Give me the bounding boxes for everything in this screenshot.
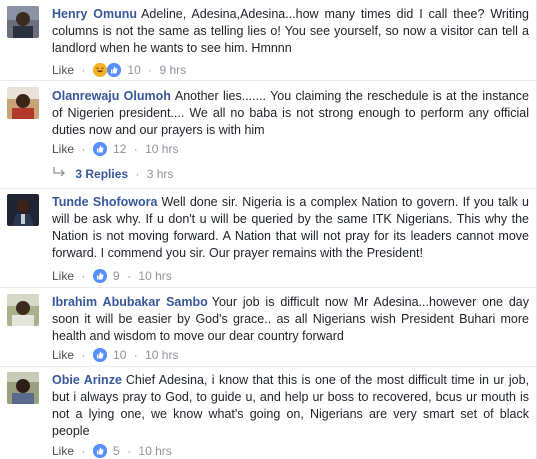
comment-time[interactable]: 10 hrs bbox=[145, 141, 178, 157]
replies-time[interactable]: 3 hrs bbox=[147, 167, 174, 181]
separator-dot: · bbox=[81, 347, 86, 362]
like-button[interactable]: Like bbox=[52, 347, 74, 363]
like-button[interactable]: Like bbox=[52, 141, 74, 157]
reaction-count[interactable]: 12 bbox=[113, 141, 126, 157]
separator-dot: · bbox=[135, 167, 140, 181]
comment-author[interactable]: Ibrahim Abubakar Sambo bbox=[52, 295, 208, 309]
haha-icon[interactable] bbox=[92, 62, 107, 77]
like-button[interactable]: Like bbox=[52, 268, 74, 284]
comment-time[interactable]: 10 hrs bbox=[138, 268, 171, 284]
comment-author[interactable]: Olanrewaju Olumoh bbox=[52, 89, 171, 103]
comment-time[interactable]: 9 hrs bbox=[159, 62, 186, 78]
comment-author[interactable]: Obie Arinze bbox=[52, 373, 122, 387]
like-icon[interactable] bbox=[92, 443, 107, 458]
comment-text: Tunde Shofowora Well done sir. Nigeria is… bbox=[52, 194, 529, 262]
separator-dot: · bbox=[133, 347, 138, 362]
divider bbox=[0, 366, 537, 367]
reaction-count[interactable]: 10 bbox=[113, 347, 126, 363]
divider bbox=[0, 80, 537, 81]
separator-dot: · bbox=[81, 268, 86, 283]
comment-actions: Like · 12 · 10 hrs bbox=[52, 140, 178, 156]
comment-actions: Like · 10 · 9 hrs bbox=[52, 61, 186, 77]
comment-body: Chief Adesina, i know that this is one o… bbox=[52, 373, 529, 438]
view-replies[interactable]: 3 Replies · 3 hrs bbox=[52, 166, 173, 182]
separator-dot: · bbox=[81, 62, 86, 77]
comment-text: Olanrewaju Olumoh Another lies....... You… bbox=[52, 88, 529, 139]
separator-dot: · bbox=[81, 443, 86, 458]
comment-author[interactable]: Tunde Shofowora bbox=[52, 195, 157, 209]
like-icon[interactable] bbox=[92, 141, 107, 156]
comment-text: Ibrahim Abubakar Sambo Your job is diffic… bbox=[52, 294, 529, 345]
avatar[interactable] bbox=[7, 294, 39, 326]
reply-arrow-icon bbox=[52, 167, 69, 181]
like-icon[interactable] bbox=[92, 347, 107, 362]
reaction-count[interactable]: 9 bbox=[113, 268, 120, 284]
avatar[interactable] bbox=[7, 6, 39, 38]
comment-text: Henry Omunu Adeline, Adesina,Adesina...ho… bbox=[52, 6, 529, 57]
like-button[interactable]: Like bbox=[52, 443, 74, 459]
avatar[interactable] bbox=[7, 372, 39, 404]
comment-actions: Like · 5 · 10 hrs bbox=[52, 442, 172, 458]
like-icon[interactable] bbox=[92, 268, 107, 283]
comment-actions: Like · 10 · 10 hrs bbox=[52, 346, 178, 362]
replies-link[interactable]: 3 Replies bbox=[75, 167, 128, 181]
separator-dot: · bbox=[81, 141, 86, 156]
comment-author[interactable]: Henry Omunu bbox=[52, 7, 137, 21]
reaction-count[interactable]: 10 bbox=[127, 62, 140, 78]
separator-dot: · bbox=[133, 141, 138, 156]
comment-actions: Like · 9 · 10 hrs bbox=[52, 267, 172, 283]
separator-dot: · bbox=[148, 62, 153, 77]
separator-dot: · bbox=[127, 443, 132, 458]
divider bbox=[0, 287, 537, 288]
avatar[interactable] bbox=[7, 194, 39, 226]
like-button[interactable]: Like bbox=[52, 62, 74, 78]
comment-thread: Henry Omunu Adeline, Adesina,Adesina...ho… bbox=[0, 0, 537, 459]
like-icon[interactable] bbox=[107, 62, 122, 77]
comment-time[interactable]: 10 hrs bbox=[138, 443, 171, 459]
divider bbox=[0, 188, 537, 189]
comment-time[interactable]: 10 hrs bbox=[145, 347, 178, 363]
comment-text: Obie Arinze Chief Adesina, i know that th… bbox=[52, 372, 529, 440]
avatar[interactable] bbox=[7, 87, 39, 119]
reaction-count[interactable]: 5 bbox=[113, 443, 120, 459]
separator-dot: · bbox=[127, 268, 132, 283]
